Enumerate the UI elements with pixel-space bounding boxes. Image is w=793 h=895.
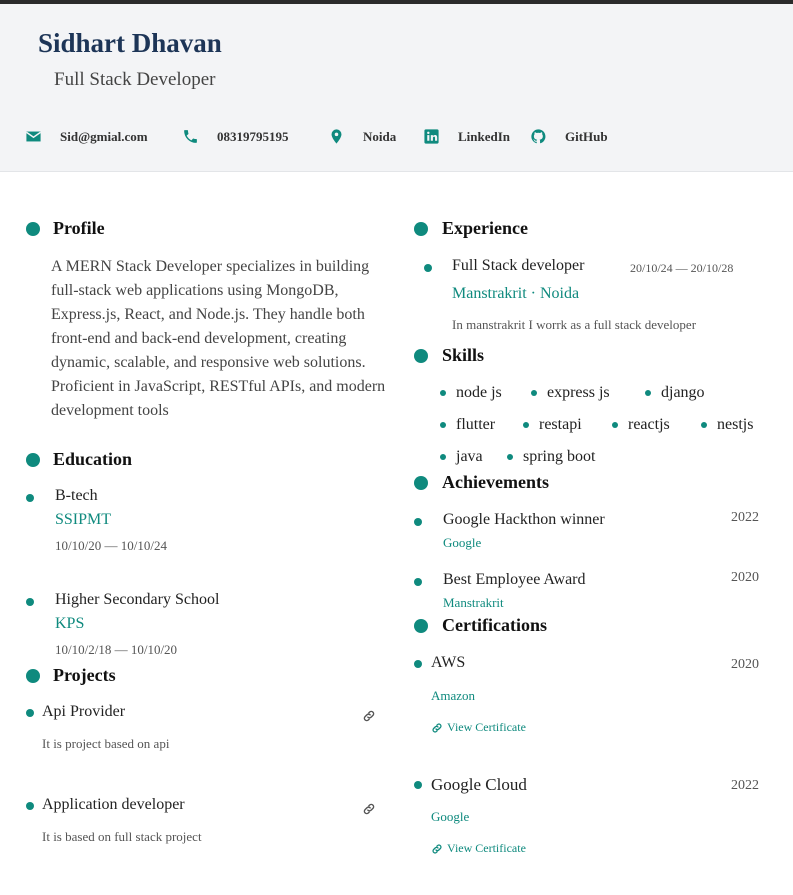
achievements-heading: Achievements <box>442 472 549 492</box>
resume-header: Sidhart Dhavan Full Stack Developer Sid@… <box>0 4 793 172</box>
education-item-bullet <box>26 598 34 606</box>
certification-year: 2020 <box>731 657 759 672</box>
experience-role: Full Stack developer <box>452 257 585 274</box>
education-item-bullet <box>26 494 34 502</box>
view-certificate-label: View Certificate <box>447 720 526 734</box>
linkedin-icon <box>424 129 439 144</box>
contact-linkedin-text: LinkedIn <box>458 128 511 144</box>
education-bullet <box>26 453 40 467</box>
job-title: Full Stack Developer <box>54 69 216 90</box>
contact-email[interactable]: Sid@gmial.com <box>25 128 148 145</box>
projects-heading: Projects <box>53 665 116 685</box>
skill-item: reactjs <box>612 416 670 434</box>
skills-heading: Skills <box>442 345 485 365</box>
experience-dates: 20/10/24 — 20/10/28 <box>630 261 734 275</box>
certification-year: 2022 <box>731 778 759 793</box>
achievement-bullet <box>414 518 422 526</box>
profile-text: A MERN Stack Developer specializes in bu… <box>51 258 386 419</box>
mail-icon <box>26 131 41 142</box>
certifications-bullet <box>414 619 428 633</box>
link-icon[interactable] <box>362 709 376 723</box>
profile-heading: Profile <box>53 218 105 238</box>
project-name: Api Provider <box>42 703 126 720</box>
candidate-name: Sidhart Dhavan <box>38 28 222 58</box>
education-degree: B-tech <box>55 487 98 504</box>
experience-bullet <box>414 222 428 236</box>
view-certificate-link[interactable]: View Certificate <box>431 841 526 856</box>
certifications-heading: Certifications <box>442 615 547 635</box>
certification-name: AWS <box>431 654 466 671</box>
achievement-year: 2022 <box>731 510 759 525</box>
achievement-bullet <box>414 578 422 586</box>
skill-item: node js <box>440 384 502 402</box>
certification-issuer: Amazon <box>431 688 476 703</box>
contact-phone-text: 08319795195 <box>217 128 289 144</box>
achievements-bullet <box>414 476 428 490</box>
skill-item: flutter <box>440 416 495 434</box>
contact-bar: Sid@gmial.com 08319795195 Noida LinkedIn… <box>0 128 793 150</box>
certification-name: Google Cloud <box>431 775 527 794</box>
phone-icon <box>184 130 197 143</box>
education-dates: 10/10/2/18 — 10/10/20 <box>55 642 178 657</box>
link-icon <box>432 843 442 854</box>
contact-github-text: GitHub <box>565 128 608 144</box>
view-certificate-link[interactable]: View Certificate <box>431 720 526 735</box>
project-bullet <box>26 709 34 717</box>
achievement-title: Google Hackthon winner <box>443 511 605 528</box>
project-desc: It is based on full stack project <box>42 829 202 844</box>
contact-location-text: Noida <box>363 128 397 144</box>
experience-desc: In manstrakrit I worrk as a full stack d… <box>452 317 697 332</box>
profile-bullet <box>26 222 40 236</box>
project-name: Application developer <box>42 796 185 813</box>
contact-location: Noida <box>328 128 396 145</box>
link-icon[interactable] <box>362 802 376 816</box>
project-bullet <box>26 802 34 810</box>
skill-item: nestjs <box>701 416 753 434</box>
certification-issuer: Google <box>431 809 470 824</box>
contact-email-text: Sid@gmial.com <box>60 128 148 144</box>
achievement-org: Google <box>443 535 482 550</box>
certification-bullet <box>414 781 422 789</box>
achievement-title: Best Employee Award <box>443 571 586 588</box>
education-school: SSIPMT <box>55 511 112 528</box>
achievement-year: 2020 <box>731 570 759 585</box>
achievement-org: Manstrakrit <box>443 595 504 610</box>
contact-linkedin[interactable]: LinkedIn <box>423 128 510 145</box>
view-certificate-label: View Certificate <box>447 841 526 855</box>
github-icon <box>531 129 546 144</box>
skill-item: spring boot <box>507 448 595 466</box>
contact-phone[interactable]: 08319795195 <box>182 128 289 145</box>
location-pin-icon <box>331 129 342 144</box>
education-school: KPS <box>55 615 85 632</box>
project-desc: It is project based on api <box>42 736 170 751</box>
skill-item: java <box>440 448 483 466</box>
education-degree: Higher Secondary School <box>55 591 220 608</box>
skills-bullet <box>414 349 428 363</box>
education-dates: 10/10/20 — 10/10/24 <box>55 538 167 553</box>
certification-bullet <box>414 660 422 668</box>
experience-company: Manstrakrit · Noida <box>452 285 580 302</box>
link-icon <box>432 722 442 733</box>
skill-item: express js <box>531 384 610 402</box>
projects-bullet <box>26 669 40 683</box>
experience-item-bullet <box>424 264 432 272</box>
education-heading: Education <box>53 449 133 469</box>
contact-github[interactable]: GitHub <box>530 128 608 145</box>
skill-item: django <box>645 384 705 402</box>
experience-heading: Experience <box>442 218 528 238</box>
skill-item: restapi <box>523 416 582 434</box>
